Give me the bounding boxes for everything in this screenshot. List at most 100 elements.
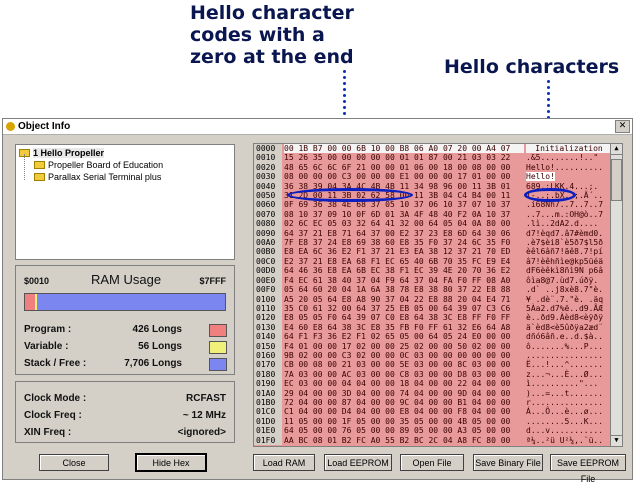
- folder-icon: [34, 173, 45, 181]
- hex-byte-row: A5 20 05 64 E8 A8 90 37 04 22 E8 88 20 0…: [284, 294, 511, 304]
- tree-item-label: 1 Hello Propeller: [33, 148, 105, 158]
- ascii-row: ôìa8@7.ùd7.úðÿ.: [526, 275, 604, 285]
- ascii-row: è..ðd9.Àèd8<èÿðÿ: [526, 313, 604, 323]
- hex-address: 0040: [256, 181, 276, 191]
- hex-address: 01E0: [256, 426, 276, 436]
- hex-byte-row: 7A 03 00 00 AC 03 00 00 C8 03 00 00 D8 0…: [284, 369, 511, 379]
- hex-byte-row: E8 05 05 F0 64 39 07 C0 E8 64 38 3C E8 F…: [284, 313, 511, 323]
- load-ram-button[interactable]: Load RAM: [253, 454, 315, 471]
- hex-byte-row: F4 01 00 00 17 02 00 00 25 02 00 00 50 0…: [284, 341, 511, 351]
- hex-address: 0010: [256, 153, 276, 163]
- ascii-row: ª¼..²ü U²¼,.¨ü..: [526, 435, 604, 445]
- hex-address: 0020: [256, 162, 276, 172]
- hex-byte-row: 64 05 00 00 76 05 00 00 89 05 00 00 A3 0…: [284, 426, 511, 436]
- hide-hex-button[interactable]: Hide Hex: [135, 453, 207, 472]
- save-eeprom-file-button[interactable]: Save EEPROM File: [550, 454, 626, 484]
- variable-value: 56 Longs: [138, 341, 182, 352]
- leader-dot: [547, 80, 550, 83]
- hex-address: 0150: [256, 341, 276, 351]
- leader-dot: [343, 82, 346, 85]
- ascii-row: .lì..2dA2.d....: [526, 219, 599, 229]
- leader-dot: [343, 70, 346, 73]
- hex-scrollbar[interactable]: ▲ ▼: [610, 144, 622, 446]
- hex-address: 0050: [256, 191, 276, 201]
- ascii-row: Á...Ô...è...ø...: [526, 407, 604, 417]
- leader-dot: [547, 110, 550, 113]
- save-binary-file-button[interactable]: Save Binary File: [473, 454, 543, 471]
- hex-address: 0110: [256, 303, 276, 313]
- ascii-row: â7!èêhñìe@kp5üéä: [526, 256, 604, 266]
- ascii-row: r...............: [526, 397, 604, 407]
- load-eeprom-button[interactable]: Load EEPROM: [324, 454, 392, 471]
- hex-view[interactable]: 0000 0010 0020 0030 0040 0050 0060 0070 0080 0090…: [253, 143, 623, 447]
- ram-bar-program: [25, 294, 36, 310]
- ascii-row: .i68Nh7..7..7..7: [526, 200, 604, 210]
- ascii-row: ................: [526, 350, 604, 360]
- ram-usage-bar: [24, 293, 226, 311]
- hex-byte-row: E4 60 E8 64 38 3C E8 35 FB F0 FF 61 32 E…: [284, 322, 511, 332]
- clock-freq-label: Clock Freq :: [24, 410, 82, 421]
- leader-dot: [343, 100, 346, 103]
- hex-address: 0140: [256, 332, 276, 342]
- xin-freq-label: XIN Freq :: [24, 427, 72, 438]
- ascii-row: z...¬...È...Ø...: [526, 369, 604, 379]
- hex-byte-row: 0F 69 36 38 4E 68 37 05 10 37 06 10 37 0…: [284, 200, 511, 210]
- hex-address: 01F0: [256, 435, 276, 445]
- hex-byte-row: 29 04 00 00 3D 04 00 00 74 04 00 00 9D 0…: [284, 388, 511, 398]
- title-bar: Object Info ✕: [3, 119, 632, 135]
- hex-address: 0130: [256, 322, 276, 332]
- leader-dot: [547, 86, 550, 89]
- ascii-header-row: Initialization: [526, 144, 612, 154]
- clock-mode-label: Clock Mode :: [24, 393, 87, 404]
- tree-item-label: Parallax Serial Terminal plus: [48, 172, 162, 182]
- hex-address: 0080: [256, 219, 276, 229]
- callout-character-codes: Hello character codes with a zero at the…: [190, 2, 354, 68]
- leader-dot: [343, 112, 346, 115]
- hex-byte-row: 48 65 6C 6C 6F 21 00 00 01 06 00 18 00 0…: [284, 162, 511, 172]
- hex-address: 0000: [256, 144, 276, 153]
- hex-address: 0060: [256, 200, 276, 210]
- hex-byte-row: 02 6C EC 05 03 32 64 41 32 00 64 05 04 0…: [284, 219, 511, 229]
- open-file-button[interactable]: Open File: [400, 454, 464, 471]
- clock-panel: Clock Mode : RCFAST Clock Freq : ~ 12 MH…: [15, 381, 235, 443]
- hex-address: 01A0: [256, 388, 276, 398]
- ram-usage-panel: $0010 RAM Usage $7FFF Program : 426 Long…: [15, 265, 235, 375]
- ascii-row: dñó6âñ.e..d.$à..: [526, 332, 604, 342]
- leader-dot: [547, 104, 550, 107]
- object-tree[interactable]: 1 Hello Propeller Propeller Board of Edu…: [15, 144, 235, 260]
- hex-byte-row: 64 F1 F3 36 E2 F1 02 65 05 00 64 05 24 E…: [284, 332, 511, 342]
- hello-codes-highlight: [287, 188, 413, 202]
- program-label: Program :: [24, 324, 72, 335]
- ascii-row: )...=...t.......: [526, 388, 604, 398]
- hex-address: 01C0: [256, 407, 276, 417]
- ascii-hello-text: Hello!: [526, 172, 555, 182]
- xin-freq-value: <ignored>: [177, 427, 226, 438]
- hex-address: 00F0: [256, 285, 276, 295]
- folder-icon: [34, 161, 45, 169]
- tree-item-child[interactable]: Propeller Board of Education: [34, 160, 163, 170]
- tree-item-child[interactable]: Parallax Serial Terminal plus: [34, 172, 161, 182]
- window-title: Object Info: [18, 121, 71, 132]
- hex-byte-row: 15 26 35 00 00 00 00 00 01 01 87 00 21 0…: [284, 153, 511, 163]
- ascii-row: .d` ..j8xè8.7"è.: [526, 285, 604, 295]
- hex-address: 0090: [256, 228, 276, 238]
- ram-bar-stack: [36, 294, 225, 310]
- tree-item-root[interactable]: 1 Hello Propeller: [19, 148, 105, 158]
- address-column: 0000 0010 0020 0030 0040 0050 0060 0070 0080 0090…: [254, 144, 282, 445]
- ascii-row: ........5...K...: [526, 416, 604, 426]
- leader-dot: [343, 94, 346, 97]
- hex-byte-row: 64 37 21 E8 71 64 37 00 E2 37 23 E8 6D 6…: [284, 228, 511, 238]
- hex-byte-row: 9B 02 00 00 C3 02 00 00 0C 03 00 00 00 0…: [284, 350, 511, 360]
- scrollbar-thumb[interactable]: [611, 159, 622, 201]
- ascii-row: d...v...........: [526, 426, 604, 436]
- hex-byte-row: 35 C0 61 32 00 64 37 25 EB 05 00 64 39 0…: [284, 303, 511, 313]
- ascii-row: .&5........!..": [526, 153, 599, 163]
- hex-address: 0180: [256, 369, 276, 379]
- ram-end-address: $7FFF: [199, 276, 226, 286]
- hex-byte-row: EC 03 00 00 04 04 00 00 18 04 00 00 22 0…: [284, 379, 511, 389]
- hex-byte-row: F4 EC 61 38 40 37 04 F9 64 37 04 FA F0 F…: [284, 275, 511, 285]
- close-button[interactable]: Close: [39, 454, 109, 471]
- hex-byte-row: 08 00 00 00 C3 00 00 00 E1 00 00 00 17 0…: [284, 172, 511, 182]
- close-window-icon[interactable]: ✕: [615, 120, 630, 133]
- hex-byte-row: E8 EA 6C 36 E2 F1 37 21 E3 EA 38 12 37 2…: [284, 247, 511, 257]
